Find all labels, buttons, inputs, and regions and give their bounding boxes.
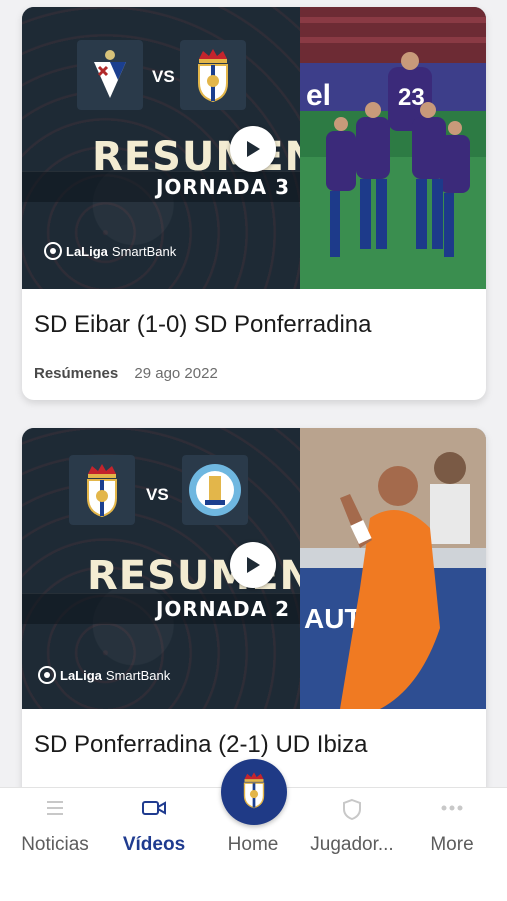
video-thumbnail[interactable]: VS RESUMEN JORNADA 2 LaLiga SmartBank AU… (22, 428, 486, 709)
video-thumbnail[interactable]: VS RESUMEN JORNADA 3 LaLiga SmartBank el… (22, 7, 486, 289)
video-date: 29 ago 2022 (134, 365, 218, 382)
video-title[interactable]: SD Ponferradina (2-1) UD Ibiza (34, 731, 367, 759)
shirt-number: 23 (398, 84, 425, 111)
away-team-crest (180, 40, 246, 110)
vs-label: VS (146, 485, 169, 504)
nav-label: Vídeos (122, 834, 186, 855)
nav-item-jugadores[interactable]: Jugador... (302, 788, 402, 901)
video-feed[interactable]: VS RESUMEN JORNADA 3 LaLiga SmartBank el… (0, 0, 507, 790)
nav-label: Jugador... (310, 834, 394, 855)
jornada-label: JORNADA 3 (155, 175, 290, 199)
home-team-crest (69, 455, 135, 525)
jornada-band: JORNADA 2 (22, 593, 300, 624)
play-icon (247, 141, 260, 157)
play-button[interactable] (230, 126, 276, 172)
nav-item-videos[interactable]: Vídeos (104, 788, 204, 901)
video-camera-icon (141, 798, 167, 823)
play-button[interactable] (230, 542, 276, 588)
video-meta: Resúmenes 29 ago 2022 (34, 365, 218, 382)
nav-item-noticias[interactable]: Noticias (5, 788, 105, 901)
news-list-icon (44, 798, 66, 823)
vs-label: VS (152, 67, 175, 86)
away-team-crest (182, 455, 248, 525)
laliga-icon (44, 242, 62, 260)
laliga-logo: LaLiga SmartBank (44, 242, 176, 260)
club-crest-icon (239, 771, 269, 814)
video-card[interactable]: VS RESUMEN JORNADA 2 LaLiga SmartBank AU… (22, 428, 486, 790)
play-icon (247, 557, 260, 573)
nav-item-more[interactable]: More (402, 788, 502, 901)
laliga-icon (38, 666, 56, 684)
shield-icon (342, 798, 362, 825)
video-category: Resúmenes (34, 365, 119, 382)
nav-label: More (430, 834, 474, 855)
match-photo: AUTES (300, 428, 486, 709)
jornada-band: JORNADA 3 (22, 171, 300, 202)
svg-text:el: el (306, 79, 331, 112)
jornada-label: JORNADA 2 (155, 597, 290, 621)
laliga-logo: LaLiga SmartBank (38, 666, 170, 684)
more-dots-icon (440, 798, 464, 823)
video-card[interactable]: VS RESUMEN JORNADA 3 LaLiga SmartBank el… (22, 7, 486, 400)
match-photo: el 23 (300, 7, 486, 289)
home-team-crest (77, 40, 143, 110)
video-title[interactable]: SD Eibar (1-0) SD Ponferradina (34, 311, 371, 339)
nav-label: Home (227, 834, 279, 855)
home-button[interactable] (221, 759, 287, 825)
nav-label: Noticias (21, 834, 89, 855)
